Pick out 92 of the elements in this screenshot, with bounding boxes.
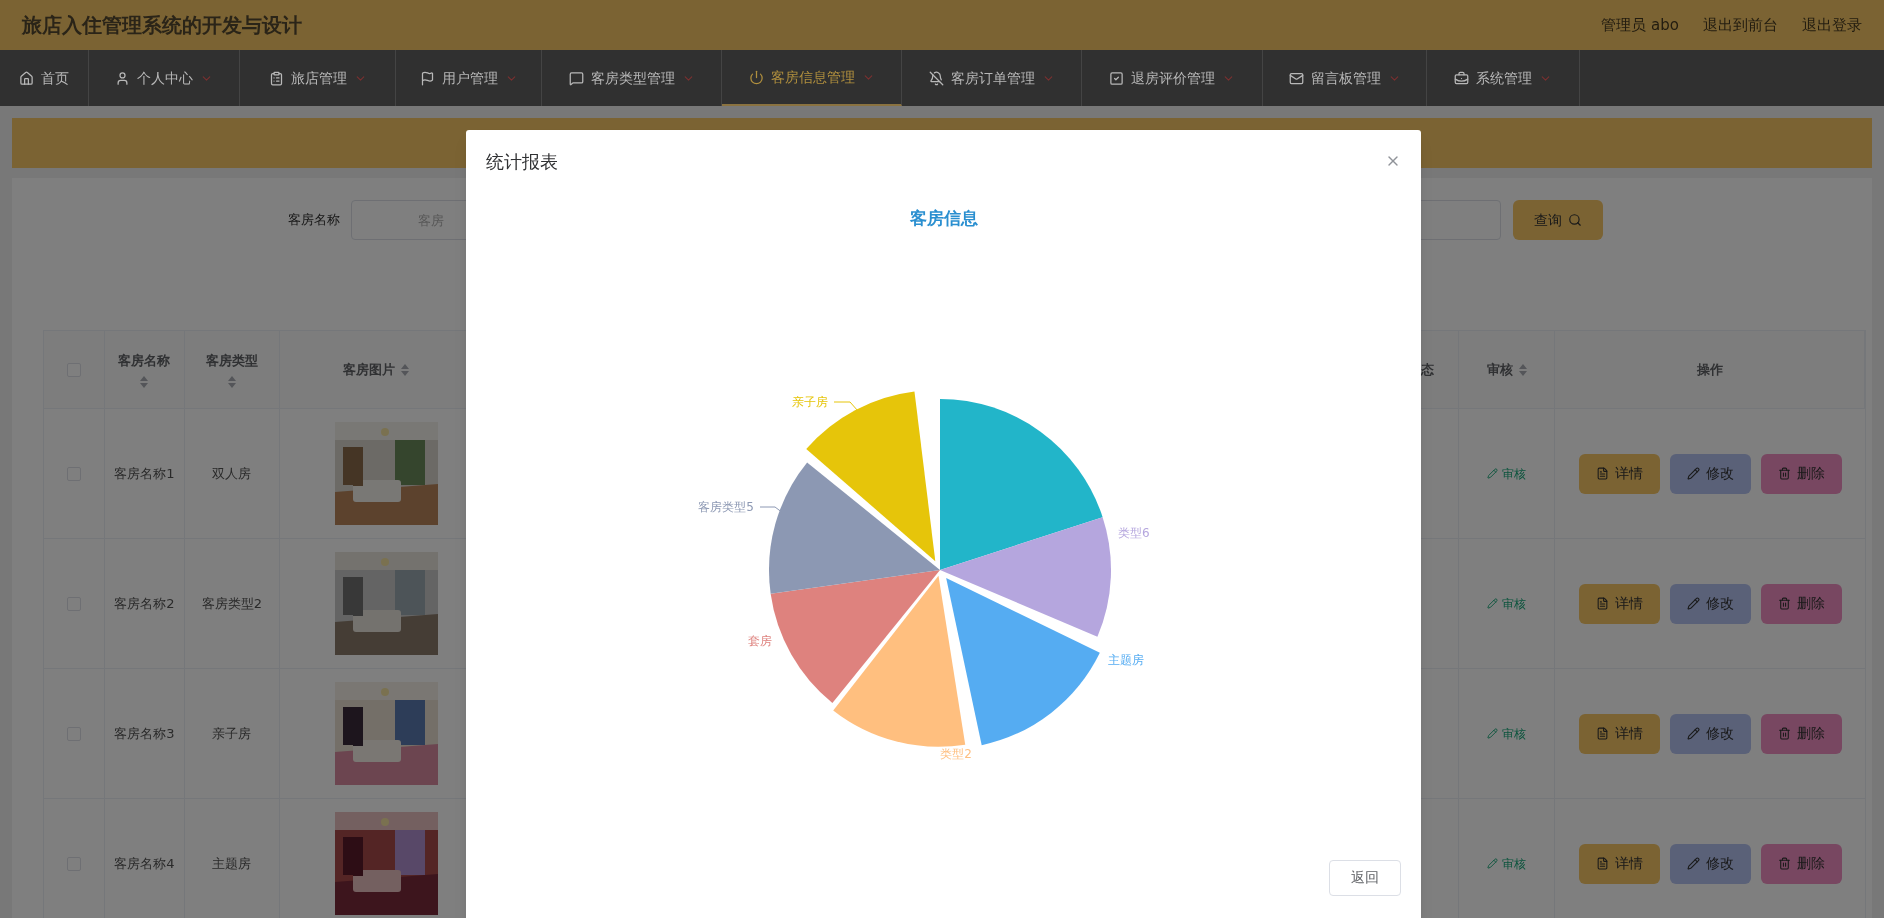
pencil-icon	[1686, 467, 1700, 480]
nav-tab[interactable]: 用户管理	[396, 50, 542, 106]
pencil-icon	[1686, 727, 1700, 740]
review-link[interactable]: 审核	[1487, 464, 1527, 483]
review-link[interactable]: 审核	[1487, 594, 1527, 613]
action-button[interactable]: 删除	[1760, 713, 1842, 754]
sort-icon[interactable]	[140, 376, 149, 389]
table-cell-text: 客房名称1	[114, 464, 175, 483]
dialog-title: 统计报表	[486, 149, 558, 174]
pie-slice[interactable]	[770, 569, 940, 703]
action-button[interactable]: 修改	[1669, 843, 1751, 884]
app-title: 旅店入住管理系统的开发与设计	[22, 12, 302, 39]
bell-off-icon	[928, 70, 944, 86]
column-header: 操作	[1696, 360, 1723, 379]
column-header: 审核	[1486, 360, 1513, 379]
trash-icon	[1777, 857, 1791, 870]
slice-label: 套房	[748, 633, 772, 648]
header-link[interactable]: 退出到前台	[1703, 13, 1778, 37]
table-cell-text: 亲子房	[212, 724, 252, 743]
sort-icon[interactable]	[400, 363, 409, 376]
slice-label: 亲子房	[792, 394, 828, 409]
user-icon	[115, 70, 130, 86]
slice-label: 客房类型5	[698, 499, 754, 514]
document-icon	[1595, 597, 1609, 610]
search-icon	[1568, 213, 1582, 227]
pencil-icon	[1487, 468, 1499, 479]
nav-tab[interactable]: 个人中心	[89, 50, 240, 106]
table-cell-text: 主题房	[212, 854, 252, 873]
search-label: 客房名称	[288, 211, 340, 230]
slice-label: 类型2	[940, 746, 972, 761]
trash-icon	[1777, 727, 1791, 740]
review-link[interactable]: 审核	[1487, 854, 1527, 873]
search-button[interactable]: 查询	[1513, 200, 1603, 240]
back-button[interactable]: 返回	[1329, 859, 1401, 896]
flag-icon	[419, 70, 435, 86]
pencil-icon	[1686, 597, 1700, 610]
sort-icon[interactable]	[1518, 363, 1527, 376]
pencil-icon	[1686, 857, 1700, 870]
table-cell-text: 客房名称3	[114, 724, 175, 743]
column-header: 态	[1420, 360, 1434, 379]
action-button[interactable]: 详情	[1578, 583, 1660, 624]
mail-icon	[1288, 70, 1304, 86]
header-link[interactable]: 退出登录	[1802, 13, 1862, 37]
column-header: 客房类型	[205, 351, 258, 370]
power-icon	[748, 69, 764, 85]
action-button[interactable]: 详情	[1578, 453, 1660, 494]
document-icon	[1595, 857, 1609, 870]
chat-icon	[568, 70, 584, 86]
trash-icon	[1777, 467, 1791, 480]
nav-tab[interactable]: 客房订单管理	[902, 50, 1082, 106]
table-cell-text: 客房名称4	[114, 854, 175, 873]
nav-tab[interactable]: 首页	[0, 50, 89, 106]
pie-slice[interactable]	[769, 461, 940, 594]
column-header: 客房图片	[342, 360, 395, 379]
pencil-icon	[1487, 858, 1499, 869]
nav-tab[interactable]: 退房评价管理	[1082, 50, 1263, 106]
pie-slice[interactable]	[940, 398, 1103, 570]
sort-icon[interactable]	[227, 376, 236, 389]
document-icon	[1595, 467, 1609, 480]
action-button[interactable]: 详情	[1578, 843, 1660, 884]
chart-title: 客房信息	[909, 207, 978, 230]
clipboard-icon	[268, 70, 284, 86]
pencil-icon	[1487, 728, 1499, 739]
column-header: 客房名称	[118, 351, 171, 370]
table-cell-text: 双人房	[212, 464, 252, 483]
nav-tab[interactable]: 留言板管理	[1263, 50, 1427, 106]
action-button[interactable]: 详情	[1578, 713, 1660, 754]
pie-slice[interactable]	[940, 516, 1111, 637]
slice-label: 类型6	[1118, 525, 1150, 540]
pencil-icon	[1487, 598, 1499, 609]
nav-tab[interactable]: 系统管理	[1427, 50, 1580, 106]
home-icon	[19, 70, 34, 86]
action-button[interactable]: 修改	[1669, 453, 1751, 494]
header-link[interactable]: 管理员 abo	[1601, 13, 1679, 37]
action-button[interactable]: 删除	[1760, 843, 1842, 884]
action-button[interactable]: 修改	[1669, 583, 1751, 624]
nav-tab[interactable]: 客房信息管理	[722, 50, 902, 106]
review-link[interactable]: 审核	[1487, 724, 1527, 743]
briefcase-icon	[1454, 70, 1469, 86]
trash-icon	[1777, 597, 1791, 610]
pie-slice[interactable]	[946, 577, 1100, 745]
action-button[interactable]: 删除	[1760, 583, 1842, 624]
table-cell-text: 客房名称2	[114, 594, 175, 613]
slice-label: 主题房	[1108, 652, 1144, 667]
document-icon	[1595, 727, 1609, 740]
nav-tab[interactable]: 客房类型管理	[542, 50, 722, 106]
action-button[interactable]: 修改	[1669, 713, 1751, 754]
action-button[interactable]: 删除	[1760, 453, 1842, 494]
checkbox-icon	[1109, 70, 1124, 86]
pie-slice[interactable]	[833, 575, 966, 747]
nav-tab[interactable]: 旅店管理	[240, 50, 396, 106]
table-cell-text: 客房类型2	[201, 594, 262, 613]
